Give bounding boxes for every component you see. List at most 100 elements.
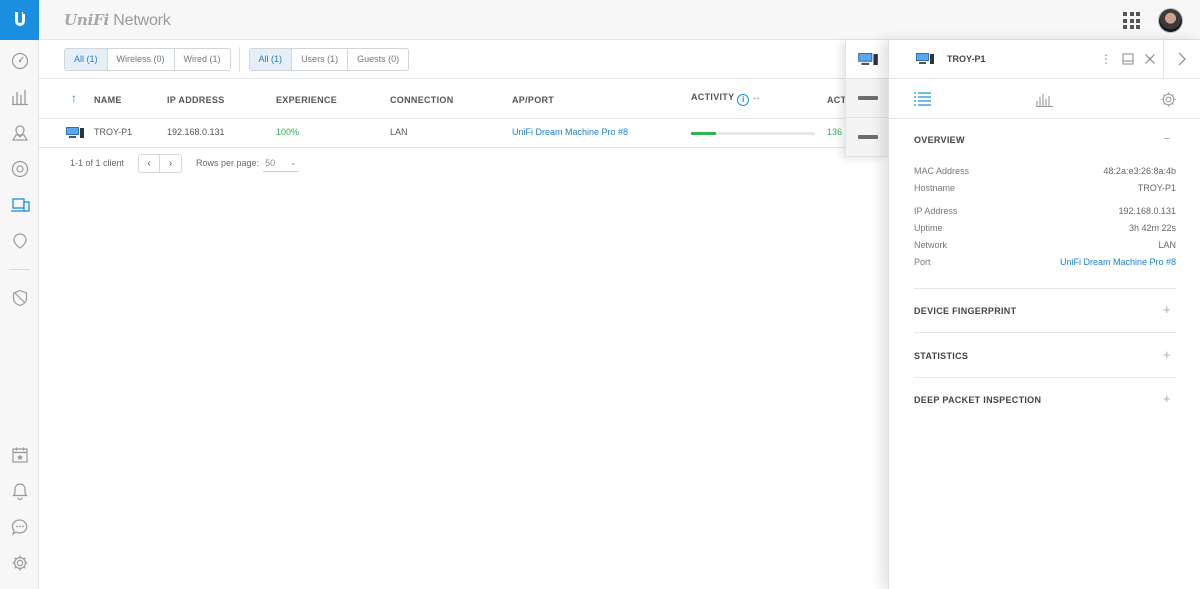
desktop-device-icon bbox=[66, 127, 84, 138]
field-mac-address: MAC Address 48:2a:e3:26:8a:4b bbox=[914, 166, 1176, 176]
expand-dpi-icon[interactable]: + bbox=[1163, 391, 1171, 406]
column-ip-address[interactable]: IP ADDRESS bbox=[167, 95, 225, 105]
brand-network: Network bbox=[113, 12, 171, 29]
panel-tab-switch[interactable] bbox=[846, 118, 889, 157]
map-icon[interactable] bbox=[0, 118, 39, 148]
collapse-overview-icon[interactable]: − bbox=[1163, 131, 1171, 146]
field-label: MAC Address bbox=[914, 166, 970, 176]
ubiquiti-logo-icon[interactable] bbox=[0, 0, 39, 40]
field-value: 48:2a:e3:26:8a:4b bbox=[1103, 166, 1176, 176]
settings-gear-icon[interactable] bbox=[1159, 90, 1177, 108]
events-icon[interactable] bbox=[0, 440, 39, 470]
activity-bar bbox=[691, 132, 815, 135]
port-link[interactable]: UniFi Dream Machine Pro #8 bbox=[1060, 257, 1176, 267]
filter-all-users[interactable]: All (1) bbox=[249, 49, 293, 70]
pin-window-icon[interactable] bbox=[1119, 51, 1137, 67]
avatar[interactable] bbox=[1158, 8, 1183, 33]
client-details-panel: TROY-P1 ⋮ OVERVIEW − MAC Address 48:2a:e… bbox=[888, 40, 1200, 589]
filter-wireless[interactable]: Wireless (0) bbox=[107, 49, 175, 70]
pagination: 1-1 of 1 client ‹ › Rows per page: 50 ⌄ bbox=[70, 153, 300, 173]
gateway-device-icon bbox=[857, 96, 878, 100]
overview-section-title[interactable]: OVERVIEW bbox=[914, 135, 965, 145]
cell-name[interactable]: TROY-P1 bbox=[94, 127, 132, 137]
field-label: IP Address bbox=[914, 206, 958, 216]
cell-connection: LAN bbox=[390, 127, 408, 137]
column-activity-label: ACTIVITY bbox=[691, 92, 735, 102]
filter-guests[interactable]: Guests (0) bbox=[348, 49, 409, 70]
column-activity-2[interactable]: ACT bbox=[827, 95, 846, 105]
info-icon[interactable]: i bbox=[737, 94, 750, 106]
chevron-right-icon: › bbox=[168, 157, 173, 169]
column-activity[interactable]: ACTIVITY i ↔ bbox=[691, 92, 762, 106]
swap-arrows-icon[interactable]: ↔ bbox=[751, 92, 761, 103]
field-value: LAN bbox=[1158, 240, 1176, 250]
dashboard-icon[interactable] bbox=[0, 46, 39, 76]
panel-tab-client[interactable] bbox=[846, 40, 889, 79]
cell-experience: 100% bbox=[276, 127, 300, 137]
alerts-icon[interactable] bbox=[0, 476, 39, 506]
table-row[interactable]: TROY-P1 192.168.0.131 100% LAN UniFi Dre… bbox=[39, 118, 845, 148]
section-divider bbox=[914, 377, 1176, 378]
table-header: ↑ NAME IP ADDRESS EXPERIENCE CONNECTION … bbox=[39, 78, 846, 119]
rows-per-page-label: Rows per page: bbox=[196, 158, 260, 168]
filter-all-connections[interactable]: All (1) bbox=[65, 49, 108, 70]
column-experience[interactable]: EXPERIENCE bbox=[276, 95, 337, 105]
field-hostname: Hostname TROY-P1 bbox=[914, 183, 1176, 193]
cell-ap-port-link[interactable]: UniFi Dream Machine Pro #8 bbox=[512, 127, 628, 137]
chevron-left-icon: ‹ bbox=[147, 157, 151, 169]
column-ap-port[interactable]: AP/PORT bbox=[512, 95, 554, 105]
devices-icon[interactable] bbox=[0, 154, 39, 184]
statistics-section-title[interactable]: STATISTICS bbox=[914, 351, 968, 361]
filter-divider bbox=[239, 47, 240, 72]
filter-wired[interactable]: Wired (1) bbox=[174, 49, 230, 70]
threat-management-icon[interactable] bbox=[0, 283, 39, 313]
settings-icon[interactable] bbox=[0, 548, 39, 578]
overview-list-icon[interactable] bbox=[913, 90, 931, 108]
field-port: Port UniFi Dream Machine Pro #8 bbox=[914, 257, 1176, 267]
field-value: 3h 42m 22s bbox=[1128, 223, 1176, 233]
panel-tab-gateway[interactable] bbox=[846, 79, 889, 118]
cell-ip-address: 192.168.0.131 bbox=[167, 127, 225, 137]
field-network: Network LAN bbox=[914, 240, 1176, 250]
dpi-section-title[interactable]: DEEP PACKET INSPECTION bbox=[914, 395, 1041, 405]
column-name[interactable]: NAME bbox=[94, 95, 122, 105]
collapse-panel-chevron-icon[interactable] bbox=[1172, 50, 1192, 68]
field-label: Hostname bbox=[914, 183, 956, 193]
top-bar: UniFi Network bbox=[39, 0, 1200, 40]
column-connection[interactable]: CONNECTION bbox=[390, 95, 454, 105]
device-fingerprint-section-title[interactable]: DEVICE FINGERPRINT bbox=[914, 306, 1016, 316]
app-switcher-icon[interactable] bbox=[1123, 12, 1140, 29]
rows-per-page-value: 50 bbox=[265, 157, 276, 168]
chevron-down-icon: ⌄ bbox=[289, 157, 298, 167]
pagination-count: 1-1 of 1 client bbox=[70, 158, 125, 168]
section-divider bbox=[914, 288, 1176, 289]
page-buttons: ‹ › bbox=[138, 153, 183, 173]
sidebar bbox=[0, 0, 39, 589]
activity-bar-fill bbox=[691, 132, 716, 135]
statistics-icon[interactable] bbox=[0, 82, 39, 112]
section-divider bbox=[914, 332, 1176, 333]
prev-page-button[interactable]: ‹ bbox=[139, 154, 161, 172]
cell-activity-2: 136 bbox=[827, 127, 843, 137]
field-value: 192.168.0.131 bbox=[1118, 206, 1176, 216]
expand-statistics-icon[interactable]: + bbox=[1163, 347, 1171, 362]
chat-icon[interactable] bbox=[0, 512, 39, 542]
panel-tabs bbox=[889, 79, 1200, 119]
brand-unifi: UniFi bbox=[64, 11, 110, 29]
close-icon[interactable] bbox=[1141, 51, 1159, 67]
more-options-icon[interactable]: ⋮ bbox=[1097, 51, 1115, 67]
rows-per-page-select[interactable]: 50 ⌄ bbox=[263, 154, 300, 172]
next-page-button[interactable]: › bbox=[160, 155, 181, 172]
connection-filter-group: All (1) Wireless (0) Wired (1) bbox=[64, 48, 231, 71]
sort-ascending-icon[interactable]: ↑ bbox=[71, 91, 77, 105]
filter-bar: All (1) Wireless (0) Wired (1) All (1) U… bbox=[64, 48, 427, 71]
expand-fingerprint-icon[interactable]: + bbox=[1163, 302, 1171, 317]
field-value: TROY-P1 bbox=[1137, 183, 1176, 193]
clients-icon[interactable] bbox=[0, 190, 39, 220]
panel-header: TROY-P1 ⋮ bbox=[889, 40, 1200, 79]
filter-users[interactable]: Users (1) bbox=[292, 49, 349, 70]
user-type-filter-group: All (1) Users (1) Guests (0) bbox=[248, 48, 410, 71]
panel-device-tabs bbox=[845, 40, 889, 157]
insights-icon[interactable] bbox=[0, 226, 39, 256]
statistics-chart-icon[interactable] bbox=[1035, 90, 1053, 108]
